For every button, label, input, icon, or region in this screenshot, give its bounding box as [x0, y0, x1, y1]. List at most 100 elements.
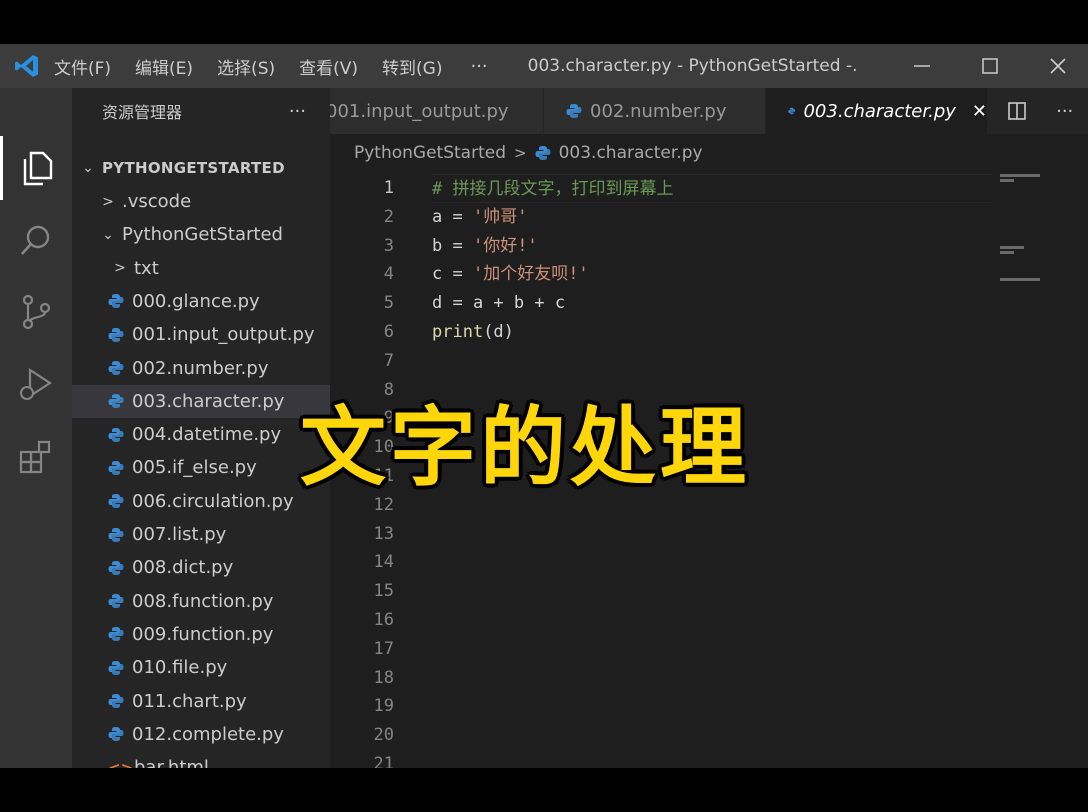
tree-file[interactable]: 000.glance.py [72, 285, 330, 318]
breadcrumb: PythonGetStarted > 003.character.py [354, 136, 703, 170]
line-number: 3 [383, 235, 394, 256]
tree-file[interactable]: 008.dict.py [72, 551, 330, 584]
tab-label: 003.character.py [803, 100, 956, 122]
tree-item-label: txt [134, 257, 159, 279]
explorer-sidebar: 资源管理器 ··· ⌄ PYTHONGETSTARTED > .vscode ⌄ Pyth… [72, 88, 330, 768]
menu-selection[interactable]: 选择(S) [217, 54, 275, 79]
source-control-icon [22, 294, 51, 330]
line-number: 1 [383, 178, 394, 198]
tree-file[interactable]: 003.character.py [72, 384, 330, 418]
tree-item-label: 001.input_output.py [132, 324, 315, 346]
python-file-icon [108, 560, 124, 575]
minimize-icon [914, 65, 930, 67]
code-line: b = '你好!' [432, 235, 538, 256]
menu-view[interactable]: 查看(V) [299, 54, 358, 79]
code-line: print(d) [432, 321, 514, 342]
editor-more-button[interactable]: ··· [1056, 101, 1073, 122]
menu-more-button[interactable]: ··· [470, 56, 487, 77]
tab-close-button[interactable]: ✕ [972, 101, 987, 122]
line-number: 4 [383, 264, 394, 285]
explorer-more-button[interactable]: ··· [289, 101, 306, 122]
python-file-icon [108, 327, 124, 342]
menu-go[interactable]: 转到(G) [382, 54, 442, 79]
code-line: d = a + b + c [432, 293, 566, 314]
tree-file[interactable]: 012.complete.py [72, 718, 330, 751]
code-line: # 拼接几段文字，打印到屏幕上 [432, 174, 992, 203]
code-content[interactable]: # 拼接几段文字，打印到屏幕上 a = '帅哥' b = '你好!' c = '… [432, 174, 992, 347]
line-number: 7 [383, 350, 394, 371]
chevron-right-icon: > [102, 193, 114, 210]
title-bar: 文件(F) 编辑(E) 选择(S) 查看(V) 转到(G) ··· 003.ch… [0, 44, 1088, 88]
python-file-icon [108, 594, 124, 609]
tree-item-label: 004.datetime.py [132, 424, 282, 446]
python-file-icon [108, 660, 124, 675]
tree-file[interactable]: 010.file.py [72, 651, 330, 684]
code-comment: # 拼接几段文字，打印到屏幕上 [432, 179, 674, 199]
tree-file[interactable]: 009.function.py [72, 618, 330, 651]
close-icon [1050, 58, 1066, 74]
search-activity-button[interactable] [0, 208, 72, 272]
close-window-button[interactable] [1028, 44, 1088, 88]
python-file-icon [108, 361, 124, 375]
breadcrumb-file[interactable]: 003.character.py [559, 143, 703, 163]
menu-edit[interactable]: 编辑(E) [135, 54, 193, 79]
python-file-icon [788, 107, 796, 115]
tree-item-label: 008.function.py [132, 590, 274, 612]
tree-file[interactable]: 007.list.py [72, 518, 330, 551]
tree-item-label: 003.character.py [132, 390, 285, 412]
extensions-activity-button[interactable] [0, 424, 72, 488]
line-number: 20 [373, 725, 394, 746]
tab-002-number[interactable]: 002.number.py [544, 88, 766, 134]
tree-folder[interactable]: > .vscode [72, 185, 330, 218]
line-number: 2 [383, 206, 394, 227]
line-number: 5 [383, 293, 394, 314]
python-file-icon [566, 104, 582, 118]
tree-item-label: 008.dict.py [132, 557, 234, 579]
chevron-right-icon: > [114, 260, 126, 277]
tree-file[interactable]: 006.circulation.py [72, 485, 330, 518]
tab-label: 002.number.py [590, 100, 727, 122]
maximize-button[interactable] [960, 44, 1020, 88]
extensions-icon [19, 440, 51, 474]
tree-root-folder[interactable]: ⌄ PYTHONGETSTARTED [72, 152, 330, 185]
run-debug-activity-button[interactable] [0, 352, 72, 416]
python-file-icon [108, 727, 124, 742]
tree-folder[interactable]: ⌄ PythonGetStarted [72, 218, 330, 251]
code-line: a = '帅哥' [432, 206, 528, 227]
tree-item-label: 005.if_else.py [132, 457, 257, 479]
explorer-header: 资源管理器 ··· [72, 88, 330, 134]
python-file-icon [108, 294, 124, 309]
tree-item-label: 012.complete.py [132, 723, 284, 745]
menu-file[interactable]: 文件(F) [54, 54, 111, 79]
tree-folder[interactable]: > txt [72, 252, 330, 285]
minimize-button[interactable] [892, 44, 952, 88]
run-debug-icon [20, 367, 53, 400]
tree-file[interactable]: 008.function.py [72, 585, 330, 618]
tree-item-label: 010.file.py [132, 657, 228, 679]
tree-file[interactable]: <> bar.html [72, 751, 330, 768]
tree-item-label: 007.list.py [132, 524, 227, 545]
tree-item-label: PythonGetStarted [122, 224, 283, 246]
python-file-icon [108, 394, 124, 409]
tree-item-label: .vscode [122, 191, 192, 212]
tree-file[interactable]: 002.number.py [72, 352, 330, 385]
maximize-icon [982, 58, 998, 74]
tab-003-character[interactable]: 003.character.py ✕ [766, 88, 988, 134]
python-file-icon [108, 527, 124, 542]
tree-file[interactable]: 001.input_output.py [72, 318, 330, 351]
video-caption-overlay: 文字的处理 [300, 397, 750, 498]
explorer-activity-button[interactable] [0, 136, 72, 200]
python-file-icon [108, 627, 124, 642]
split-editor-icon[interactable] [1007, 101, 1027, 121]
breadcrumb-folder[interactable]: PythonGetStarted [354, 143, 506, 163]
tree-file[interactable]: 004.datetime.py [72, 418, 330, 451]
window-title: 003.character.py - PythonGetStarted -... [527, 56, 858, 76]
vscode-window: 文件(F) 编辑(E) 选择(S) 查看(V) 转到(G) ··· 003.ch… [0, 44, 1088, 768]
vscode-logo-icon [0, 44, 54, 88]
activity-bar [0, 88, 72, 768]
tree-file[interactable]: 005.if_else.py [72, 451, 330, 484]
tree-file[interactable]: 011.chart.py [72, 685, 330, 718]
tab-001-input-output[interactable]: 001.input_output.py [330, 88, 544, 134]
source-control-activity-button[interactable] [0, 280, 72, 344]
minimap[interactable] [1000, 174, 1060, 283]
